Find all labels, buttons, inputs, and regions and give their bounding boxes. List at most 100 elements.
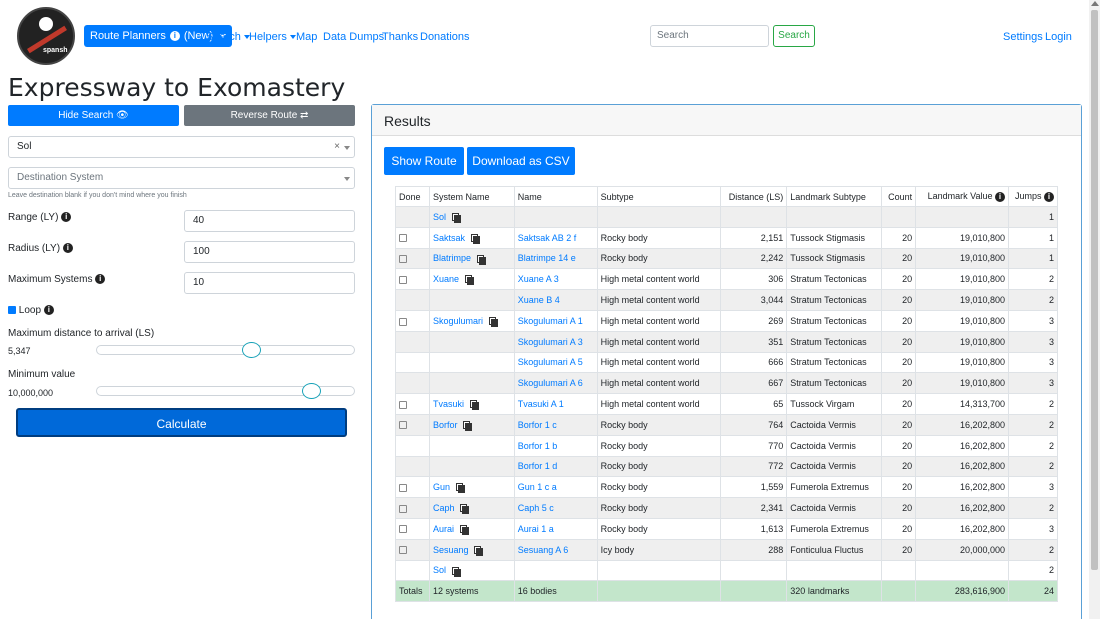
- nav-search[interactable]: Search: [206, 31, 250, 43]
- system-link[interactable]: Gun: [433, 482, 450, 492]
- done-checkbox[interactable]: [399, 421, 407, 430]
- loop-checkbox[interactable]: [8, 306, 16, 315]
- nav-helpers[interactable]: Helpers: [249, 31, 296, 43]
- nav-thanks[interactable]: Thanks: [382, 31, 418, 43]
- cell-distance: 1,559: [720, 476, 788, 499]
- copy-icon[interactable]: [451, 212, 461, 223]
- max-distance-slider[interactable]: [96, 345, 355, 355]
- copy-icon[interactable]: [451, 566, 461, 577]
- body-link[interactable]: Aurai 1 a: [518, 524, 554, 534]
- body-link[interactable]: Xuane A 3: [518, 274, 559, 284]
- max-systems-input[interactable]: 10: [184, 272, 355, 294]
- system-link[interactable]: Saktsak: [433, 233, 465, 243]
- download-csv-button[interactable]: Download as CSV: [467, 147, 575, 175]
- body-link[interactable]: Saktsak AB 2 f: [518, 233, 577, 243]
- cell-landmark-value: 19,010,800: [915, 351, 1009, 374]
- system-link[interactable]: Sesuang: [433, 545, 469, 555]
- cell-count: 20: [881, 247, 917, 270]
- copy-icon[interactable]: [464, 275, 474, 286]
- body-link[interactable]: Blatrimpe 14 e: [518, 253, 576, 263]
- calculate-button[interactable]: Calculate: [16, 408, 347, 437]
- body-link[interactable]: Xuane B 4: [518, 295, 560, 305]
- body-link[interactable]: Skogulumari A 1: [518, 316, 583, 326]
- totals-jumps: 24: [1007, 580, 1059, 603]
- min-value-slider-thumb[interactable]: [302, 383, 322, 399]
- done-checkbox[interactable]: [399, 504, 407, 513]
- done-checkbox[interactable]: [399, 483, 407, 492]
- done-checkbox[interactable]: [399, 255, 407, 264]
- nav-settings[interactable]: Settings: [1003, 31, 1043, 43]
- done-checkbox[interactable]: [399, 400, 407, 409]
- done-checkbox[interactable]: [399, 234, 407, 243]
- copy-icon[interactable]: [459, 524, 469, 535]
- range-input[interactable]: 40: [184, 210, 355, 232]
- system-link[interactable]: Borfor: [433, 420, 458, 430]
- destination-system-select[interactable]: Destination System: [8, 167, 355, 189]
- navbar: spansh Route Planners i (New) Search Hel…: [0, 0, 1089, 72]
- table-row: Tvasuki Tvasuki A 1 High metal content wor…: [395, 393, 1059, 415]
- cell-system-name: [428, 330, 515, 353]
- system-link[interactable]: Sol: [433, 565, 446, 575]
- max-distance-slider-thumb[interactable]: [242, 342, 262, 358]
- nav-login[interactable]: Login: [1045, 31, 1072, 43]
- reverse-route-button[interactable]: Reverse Route ⇄: [184, 105, 355, 126]
- radius-input[interactable]: 100: [184, 241, 355, 263]
- copy-icon[interactable]: [460, 504, 470, 515]
- done-checkbox[interactable]: [399, 525, 407, 534]
- copy-icon[interactable]: [470, 233, 480, 244]
- cell-subtype: High metal content world: [596, 393, 722, 415]
- cell-count: 20: [881, 497, 917, 519]
- nav-donations[interactable]: Donations: [420, 31, 470, 43]
- system-link[interactable]: Xuane: [433, 274, 459, 284]
- body-link[interactable]: Skogulumari A 5: [518, 357, 583, 367]
- cell-landmark-value: 20,000,000: [915, 538, 1009, 561]
- cell-subtype: Rocky body: [596, 497, 722, 519]
- nav-data-dumps[interactable]: Data Dumps: [323, 31, 384, 43]
- cell-done: [395, 268, 430, 291]
- copy-icon[interactable]: [476, 254, 486, 265]
- body-link[interactable]: Skogulumari A 6: [518, 378, 583, 388]
- table-row: Sol 2: [395, 559, 1059, 582]
- cell-subtype: Rocky body: [596, 434, 722, 457]
- body-link[interactable]: Borfor 1 d: [518, 461, 558, 471]
- system-link[interactable]: Blatrimpe: [433, 253, 471, 263]
- body-link[interactable]: Tvasuki A 1: [518, 399, 564, 409]
- copy-icon[interactable]: [455, 483, 465, 494]
- table-row: Xuane B 4 High metal content world 3,044 St…: [395, 289, 1059, 311]
- page-title: Expressway to Exomastery: [8, 73, 346, 102]
- source-system-select[interactable]: Sol ×: [8, 136, 355, 158]
- done-checkbox[interactable]: [399, 317, 407, 326]
- spansh-logo[interactable]: spansh: [17, 7, 75, 65]
- copy-icon[interactable]: [463, 420, 473, 431]
- nav-map[interactable]: Map: [296, 31, 317, 43]
- body-link[interactable]: Skogulumari A 3: [518, 337, 583, 347]
- system-link[interactable]: Tvasuki: [433, 399, 464, 409]
- body-link[interactable]: Borfor 1 c: [518, 420, 557, 430]
- system-link[interactable]: Skogulumari: [433, 316, 483, 326]
- body-link[interactable]: Borfor 1 b: [518, 441, 558, 451]
- cell-landmark-value: 19,010,800: [915, 372, 1009, 395]
- totals-row: Totals 12 systems 16 bodies 320 landmark…: [395, 580, 1059, 603]
- scrollbar-thumb[interactable]: [1091, 10, 1098, 570]
- done-checkbox[interactable]: [399, 275, 407, 284]
- cell-done: [395, 330, 430, 353]
- cell-done: [395, 434, 430, 457]
- search-input[interactable]: Search: [650, 25, 769, 47]
- cell-landmark-value: 19,010,800: [915, 289, 1009, 311]
- copy-icon[interactable]: [474, 545, 484, 556]
- body-link[interactable]: Sesuang A 6: [518, 545, 569, 555]
- hide-search-button[interactable]: Hide Search 👁︎: [8, 105, 179, 126]
- system-link[interactable]: Caph: [433, 503, 455, 513]
- body-link[interactable]: Gun 1 c a: [518, 482, 557, 492]
- system-link[interactable]: Aurai: [433, 524, 454, 534]
- done-checkbox[interactable]: [399, 546, 407, 555]
- clear-icon[interactable]: ×: [334, 137, 340, 157]
- show-route-button[interactable]: Show Route: [384, 147, 464, 175]
- body-link[interactable]: Caph 5 c: [518, 503, 554, 513]
- copy-icon[interactable]: [488, 316, 498, 327]
- search-button[interactable]: Search: [773, 25, 815, 47]
- scroll-up-icon[interactable]: [1091, 1, 1099, 6]
- system-link[interactable]: Sol: [433, 212, 446, 222]
- copy-icon[interactable]: [469, 400, 479, 411]
- cell-jumps: 2: [1007, 289, 1059, 311]
